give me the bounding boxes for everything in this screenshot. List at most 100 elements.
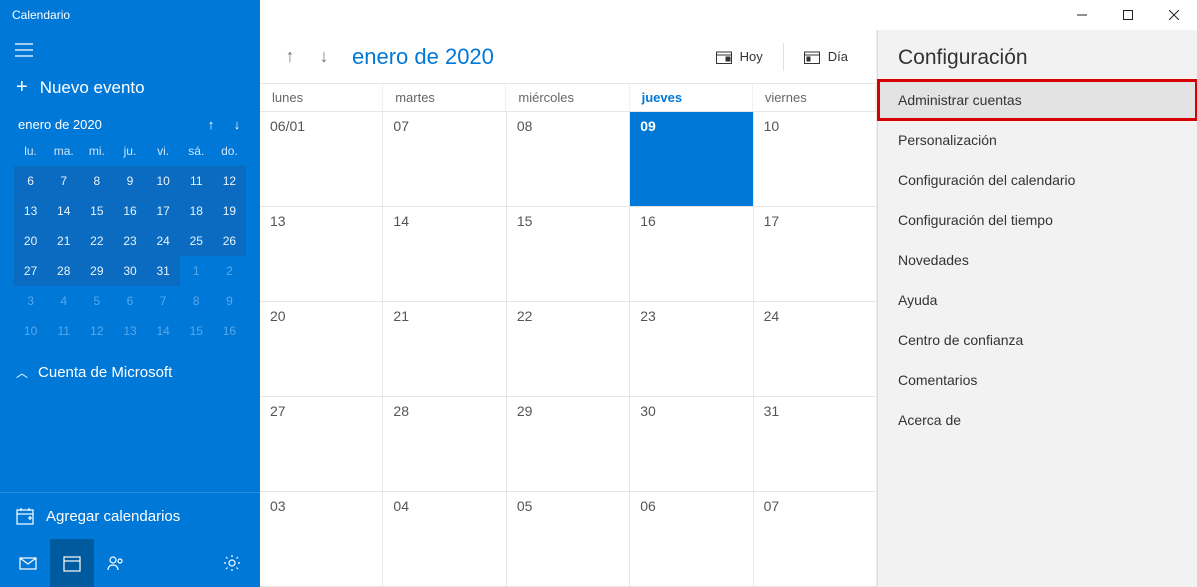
mini-day[interactable]: 14	[47, 196, 80, 226]
mini-day[interactable]: 23	[113, 226, 146, 256]
mini-next-button[interactable]: ↓	[224, 117, 250, 132]
mini-day[interactable]: 15	[80, 196, 113, 226]
mini-day[interactable]: 8	[180, 286, 213, 316]
mini-day[interactable]: 11	[47, 316, 80, 346]
mini-day[interactable]: 13	[14, 196, 47, 226]
day-cell[interactable]: 13	[260, 207, 383, 301]
add-calendars-button[interactable]: Agregar calendarios	[0, 492, 260, 539]
mini-day[interactable]: 21	[47, 226, 80, 256]
next-period-button[interactable]: ↓	[312, 46, 336, 67]
mini-day[interactable]: 19	[213, 196, 246, 226]
weekday-label: martes	[383, 84, 506, 112]
day-cell[interactable]: 17	[754, 207, 876, 301]
settings-item[interactable]: Configuración del calendario	[878, 160, 1197, 200]
mini-day[interactable]: 5	[80, 286, 113, 316]
mini-day[interactable]: 29	[80, 256, 113, 286]
mini-weekday: do.	[213, 136, 246, 166]
add-calendars-label: Agregar calendarios	[46, 508, 180, 525]
new-event-button[interactable]: + Nuevo evento	[0, 70, 260, 111]
mini-day[interactable]: 17	[147, 196, 180, 226]
mini-day[interactable]: 4	[47, 286, 80, 316]
menu-button[interactable]	[0, 30, 48, 70]
view-button[interactable]: Día	[794, 43, 858, 70]
mini-day[interactable]: 7	[147, 286, 180, 316]
mini-day[interactable]: 20	[14, 226, 47, 256]
mail-icon[interactable]	[6, 539, 50, 587]
mini-day[interactable]: 11	[180, 166, 213, 196]
mini-day[interactable]: 13	[113, 316, 146, 346]
mini-day[interactable]: 6	[113, 286, 146, 316]
mini-day[interactable]: 12	[80, 316, 113, 346]
people-icon[interactable]	[94, 539, 138, 587]
day-cell[interactable]: 09	[630, 112, 753, 206]
day-cell[interactable]: 07	[754, 492, 876, 586]
mini-day[interactable]: 25	[180, 226, 213, 256]
settings-item[interactable]: Configuración del tiempo	[878, 200, 1197, 240]
window-minimize-button[interactable]	[1059, 0, 1105, 30]
day-cell[interactable]: 22	[507, 302, 630, 396]
settings-item[interactable]: Ayuda	[878, 280, 1197, 320]
mini-day[interactable]: 27	[14, 256, 47, 286]
today-label: Hoy	[740, 49, 763, 64]
mini-prev-button[interactable]: ↑	[198, 117, 224, 132]
mini-day[interactable]: 16	[213, 316, 246, 346]
day-cell[interactable]: 14	[383, 207, 506, 301]
mini-day[interactable]: 10	[147, 166, 180, 196]
day-cell[interactable]: 04	[383, 492, 506, 586]
settings-item[interactable]: Novedades	[878, 240, 1197, 280]
mini-day[interactable]: 22	[80, 226, 113, 256]
calendar-icon[interactable]	[50, 539, 94, 587]
day-cell[interactable]: 08	[507, 112, 630, 206]
mini-day[interactable]: 26	[213, 226, 246, 256]
account-toggle[interactable]: ︿ Cuenta de Microsoft	[0, 354, 260, 391]
day-cell[interactable]: 06/01	[260, 112, 383, 206]
day-cell[interactable]: 03	[260, 492, 383, 586]
day-cell[interactable]: 07	[383, 112, 506, 206]
day-cell[interactable]: 23	[630, 302, 753, 396]
settings-item[interactable]: Administrar cuentas	[878, 80, 1197, 120]
day-cell[interactable]: 28	[383, 397, 506, 491]
day-cell[interactable]: 10	[754, 112, 876, 206]
day-cell[interactable]: 16	[630, 207, 753, 301]
window-maximize-button[interactable]	[1105, 0, 1151, 30]
mini-day[interactable]: 8	[80, 166, 113, 196]
prev-period-button[interactable]: ↑	[278, 46, 302, 67]
mini-day[interactable]: 28	[47, 256, 80, 286]
mini-day[interactable]: 16	[113, 196, 146, 226]
plus-icon: +	[16, 76, 28, 99]
settings-item[interactable]: Centro de confianza	[878, 320, 1197, 360]
settings-item[interactable]: Acerca de	[878, 400, 1197, 440]
mini-day[interactable]: 7	[47, 166, 80, 196]
day-cell[interactable]: 24	[754, 302, 876, 396]
mini-day[interactable]: 31	[147, 256, 180, 286]
mini-day[interactable]: 14	[147, 316, 180, 346]
today-button[interactable]: Hoy	[706, 43, 773, 70]
day-cell[interactable]: 30	[630, 397, 753, 491]
day-cell[interactable]: 06	[630, 492, 753, 586]
window-close-button[interactable]	[1151, 0, 1197, 30]
day-cell[interactable]: 29	[507, 397, 630, 491]
mini-day[interactable]: 15	[180, 316, 213, 346]
mini-day[interactable]: 10	[14, 316, 47, 346]
day-cell[interactable]: 27	[260, 397, 383, 491]
mini-day[interactable]: 30	[113, 256, 146, 286]
day-cell[interactable]: 31	[754, 397, 876, 491]
day-cell[interactable]: 05	[507, 492, 630, 586]
mini-day[interactable]: 9	[213, 286, 246, 316]
day-cell[interactable]: 21	[383, 302, 506, 396]
day-cell[interactable]: 15	[507, 207, 630, 301]
mini-day[interactable]: 2	[213, 256, 246, 286]
mini-day[interactable]: 1	[180, 256, 213, 286]
weekday-label: lunes	[260, 84, 383, 112]
mini-day[interactable]: 18	[180, 196, 213, 226]
mini-day[interactable]: 6	[14, 166, 47, 196]
day-cell[interactable]: 20	[260, 302, 383, 396]
mini-day[interactable]: 12	[213, 166, 246, 196]
mini-day[interactable]: 9	[113, 166, 146, 196]
settings-item[interactable]: Comentarios	[878, 360, 1197, 400]
view-label: Día	[828, 49, 848, 64]
settings-icon[interactable]	[210, 539, 254, 587]
mini-day[interactable]: 3	[14, 286, 47, 316]
mini-day[interactable]: 24	[147, 226, 180, 256]
settings-item[interactable]: Personalización	[878, 120, 1197, 160]
